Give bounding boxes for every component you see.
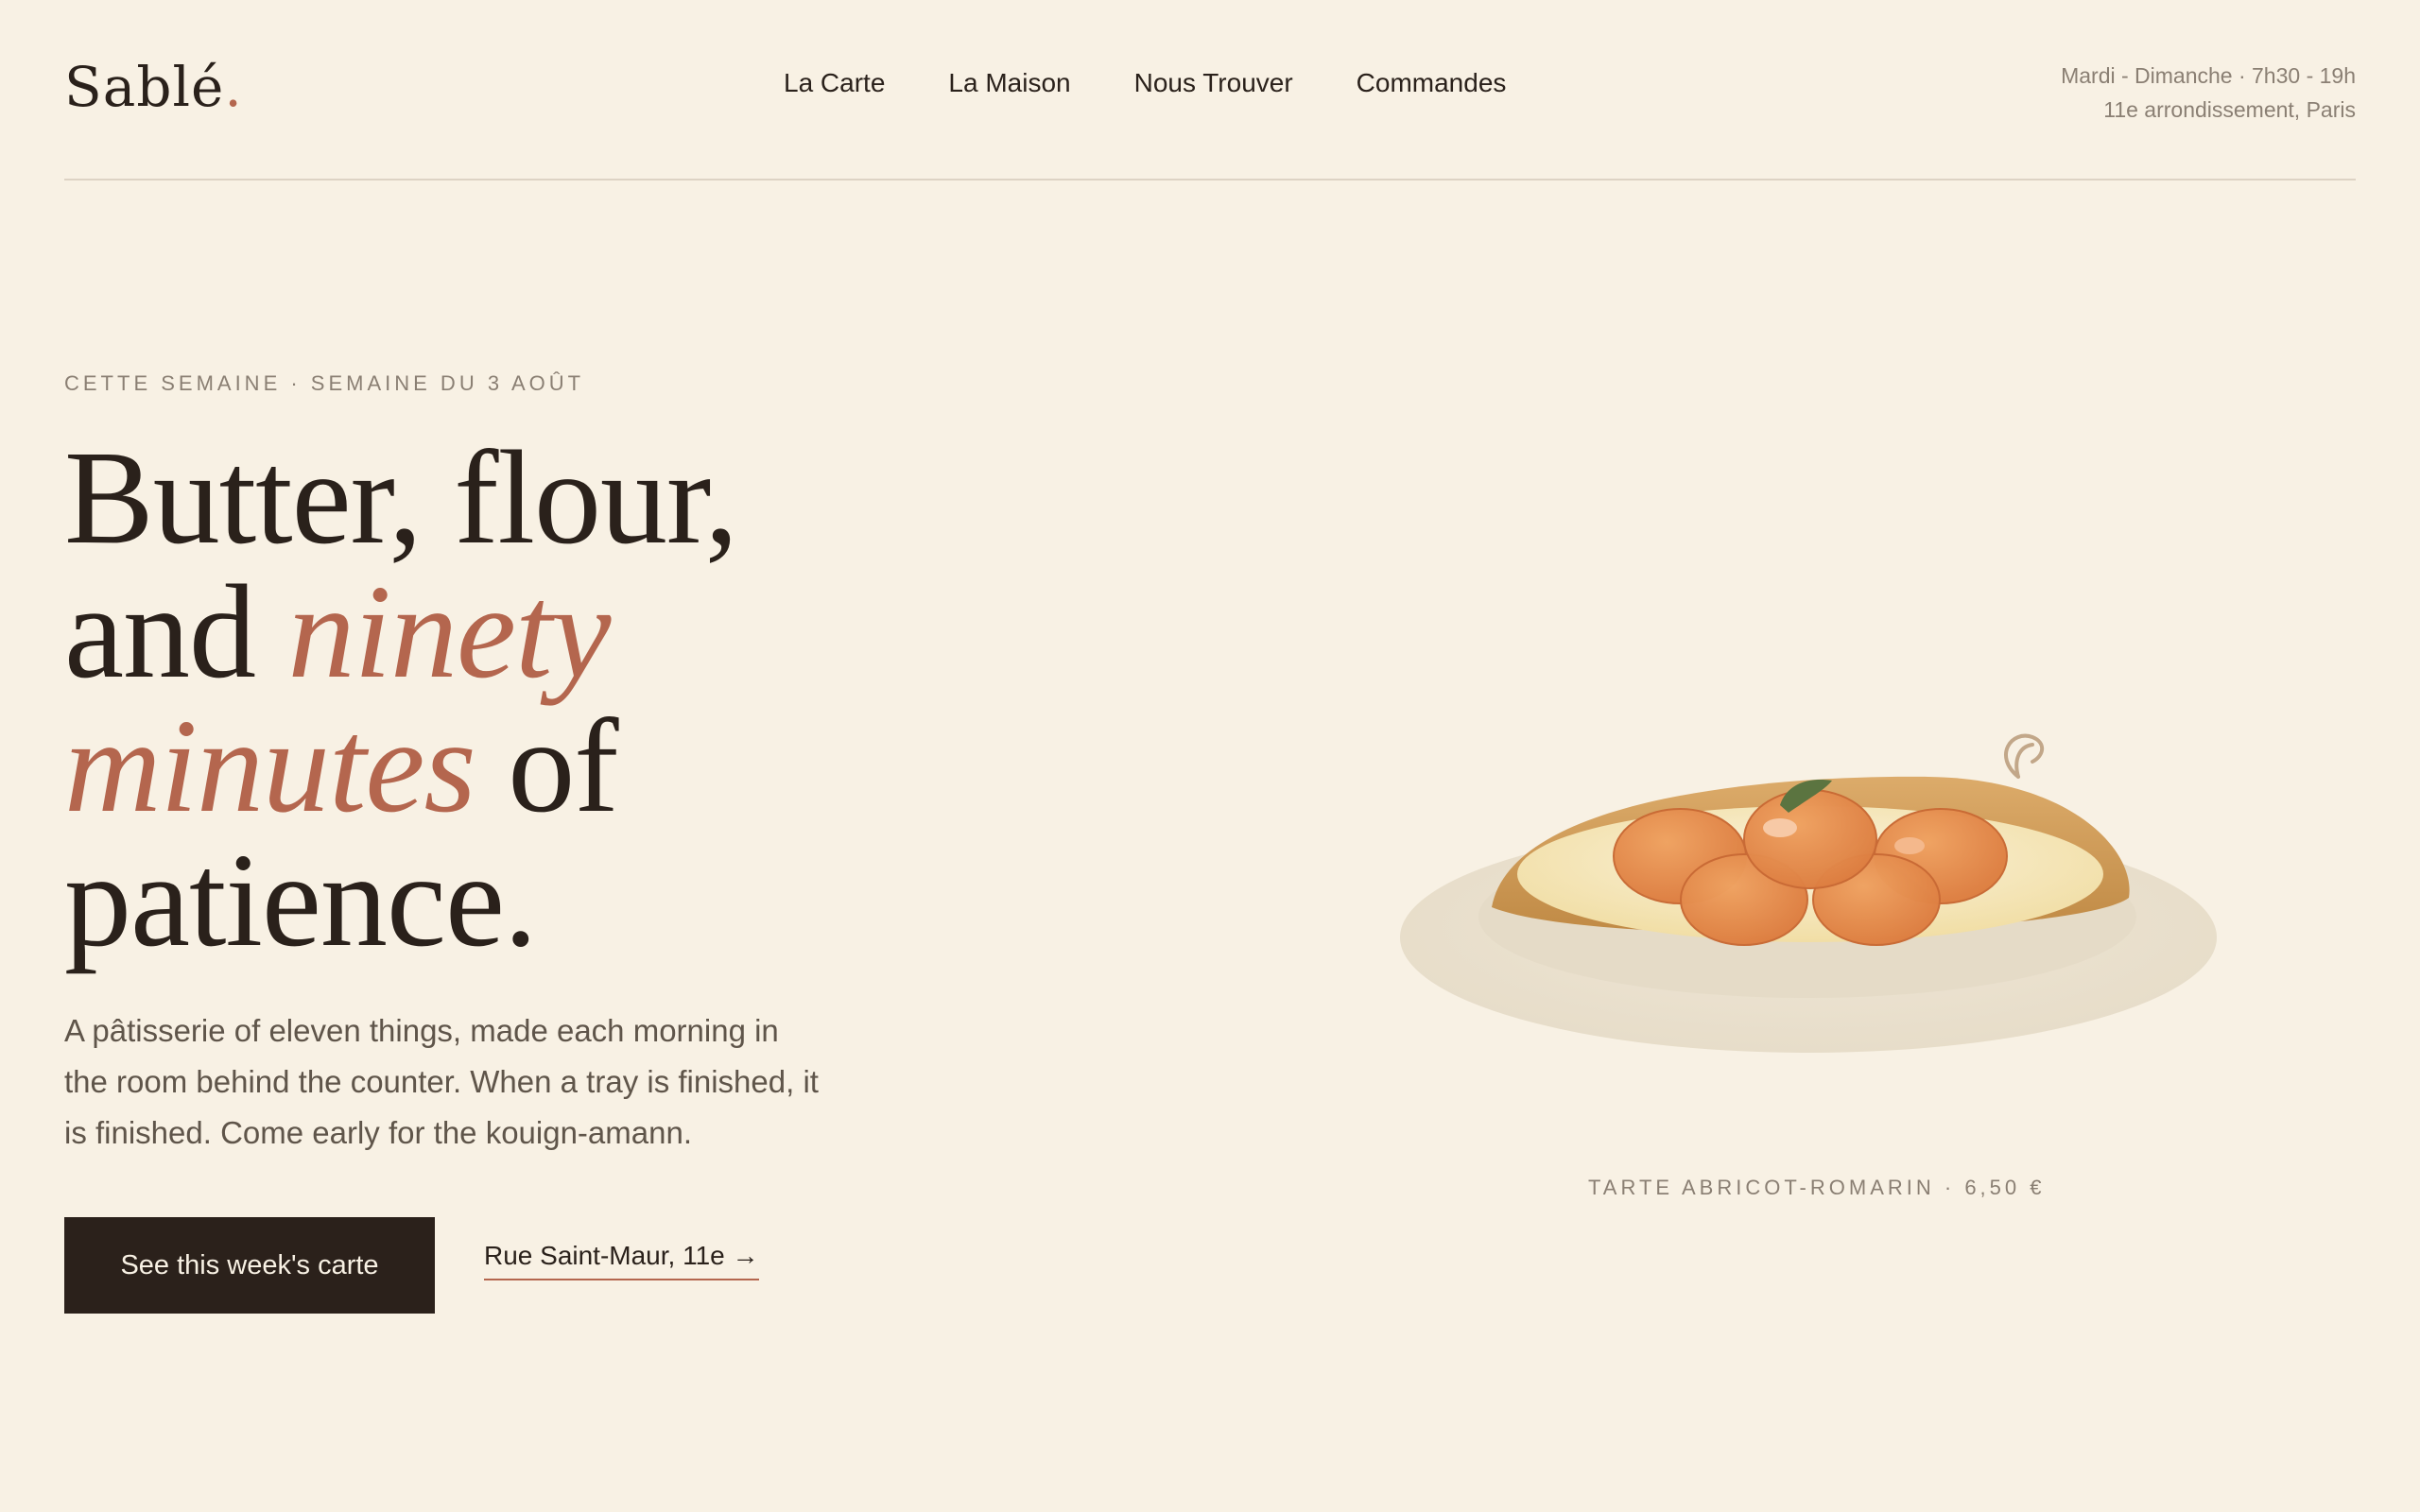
rosemary-sprig-icon (2004, 733, 2045, 779)
opening-info: Mardi - Dimanche · 7h30 - 19h 11e arrond… (2061, 59, 2356, 127)
hero-description: A pâtisserie of eleven things, made each… (64, 1013, 819, 1150)
headline-accent-minutes: minutes (64, 691, 476, 840)
headline-line-4: patience. (64, 825, 538, 974)
headline-line-2: and ninety (64, 564, 737, 698)
logo[interactable]: Sablé. (64, 55, 243, 119)
headline-plain-of: of (475, 691, 618, 840)
apricot-tart-illustration (1400, 733, 2217, 1053)
hero-headline: Butter, flour, and ninety minutes of pat… (64, 422, 738, 974)
location-text: 11e arrondissement, Paris (2103, 97, 2356, 122)
address-link[interactable]: Rue Saint-Maur, 11e → (484, 1241, 759, 1280)
eyebrow-label: CETTE SEMAINE · SEMAINE DU 3 AOÛT (64, 371, 585, 395)
nav-item-commandes[interactable]: Commandes (1357, 68, 1507, 98)
logo-dot: . (224, 55, 243, 119)
site-header: Sablé. La Carte La Maison Nous Trouver C… (64, 0, 2356, 180)
headline-accent-ninety: ninety (287, 557, 612, 706)
headline-line-3: minutes of (64, 698, 737, 833)
logo-text: Sablé (64, 55, 225, 119)
nav-item-nous-trouver[interactable]: Nous Trouver (1134, 68, 1293, 98)
main-nav: La Carte La Maison Nous Trouver Commande… (784, 68, 1506, 98)
see-carte-button[interactable]: See this week's carte (64, 1217, 435, 1314)
nav-item-la-carte[interactable]: La Carte (784, 68, 885, 98)
opening-hours: Mardi - Dimanche · 7h30 - 19h (2061, 63, 2356, 88)
headline-plain-and: and (64, 557, 288, 706)
page: Sablé. La Carte La Maison Nous Trouver C… (0, 0, 2420, 1512)
feature-caption: TARTE ABRICOT-ROMARIN · 6,50 € (1588, 1176, 2046, 1199)
nav-item-la-maison[interactable]: La Maison (948, 68, 1070, 98)
headline-line-1: Butter, flour, (64, 422, 738, 572)
